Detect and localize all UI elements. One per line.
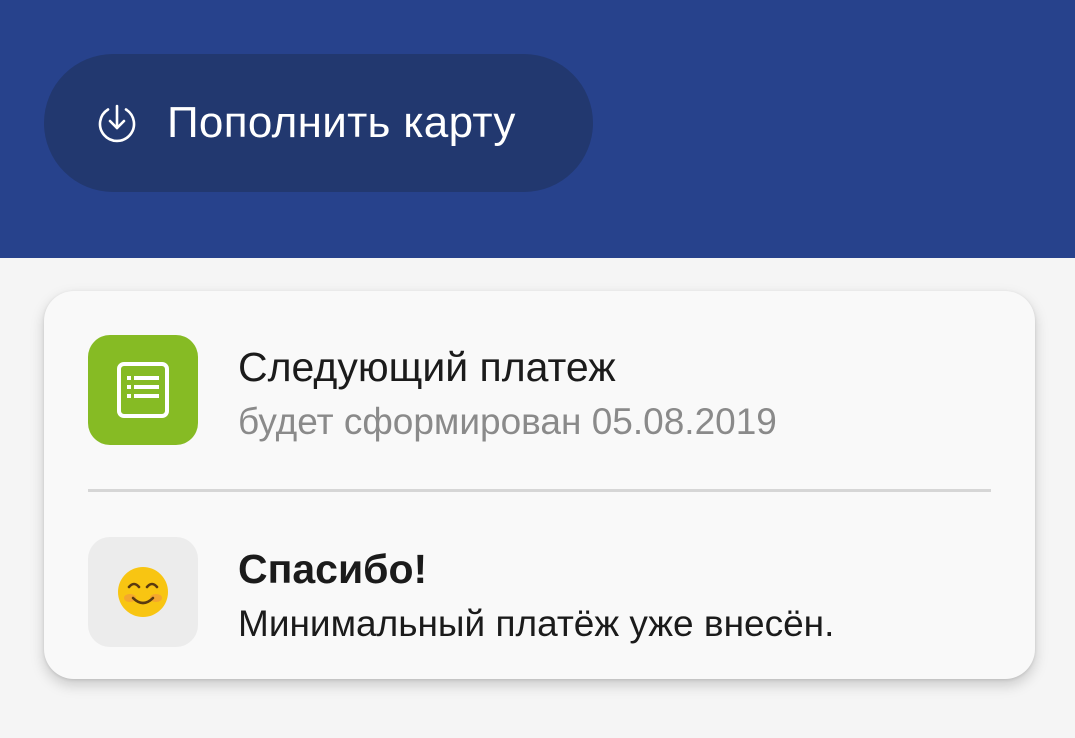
- thanks-title: Спасибо!: [238, 546, 428, 592]
- smiling-face-emoji-icon: [88, 537, 198, 647]
- thanks-text: Спасибо! Минимальный платёж уже внесён.: [238, 537, 834, 649]
- download-circle-icon: [94, 100, 140, 146]
- thanks-subtitle: Минимальный платёж уже внесён.: [238, 603, 835, 644]
- next-payment-text: Следующий платеж будет сформирован 05.08…: [238, 335, 777, 447]
- payment-info-card: Следующий платеж будет сформирован 05.08…: [44, 291, 1035, 679]
- divider: [88, 489, 991, 492]
- statement-list-icon: [88, 335, 198, 445]
- next-payment-subtitle: будет сформирован 05.08.2019: [238, 401, 777, 442]
- thanks-row: Спасибо! Минимальный платёж уже внесён.: [44, 537, 1035, 649]
- header-banner: Пополнить карту: [0, 0, 1075, 258]
- topup-card-label: Пополнить карту: [167, 98, 516, 147]
- next-payment-row[interactable]: Следующий платеж будет сформирован 05.08…: [44, 335, 1035, 447]
- next-payment-title: Следующий платеж: [238, 344, 616, 390]
- topup-card-button[interactable]: Пополнить карту: [44, 54, 593, 192]
